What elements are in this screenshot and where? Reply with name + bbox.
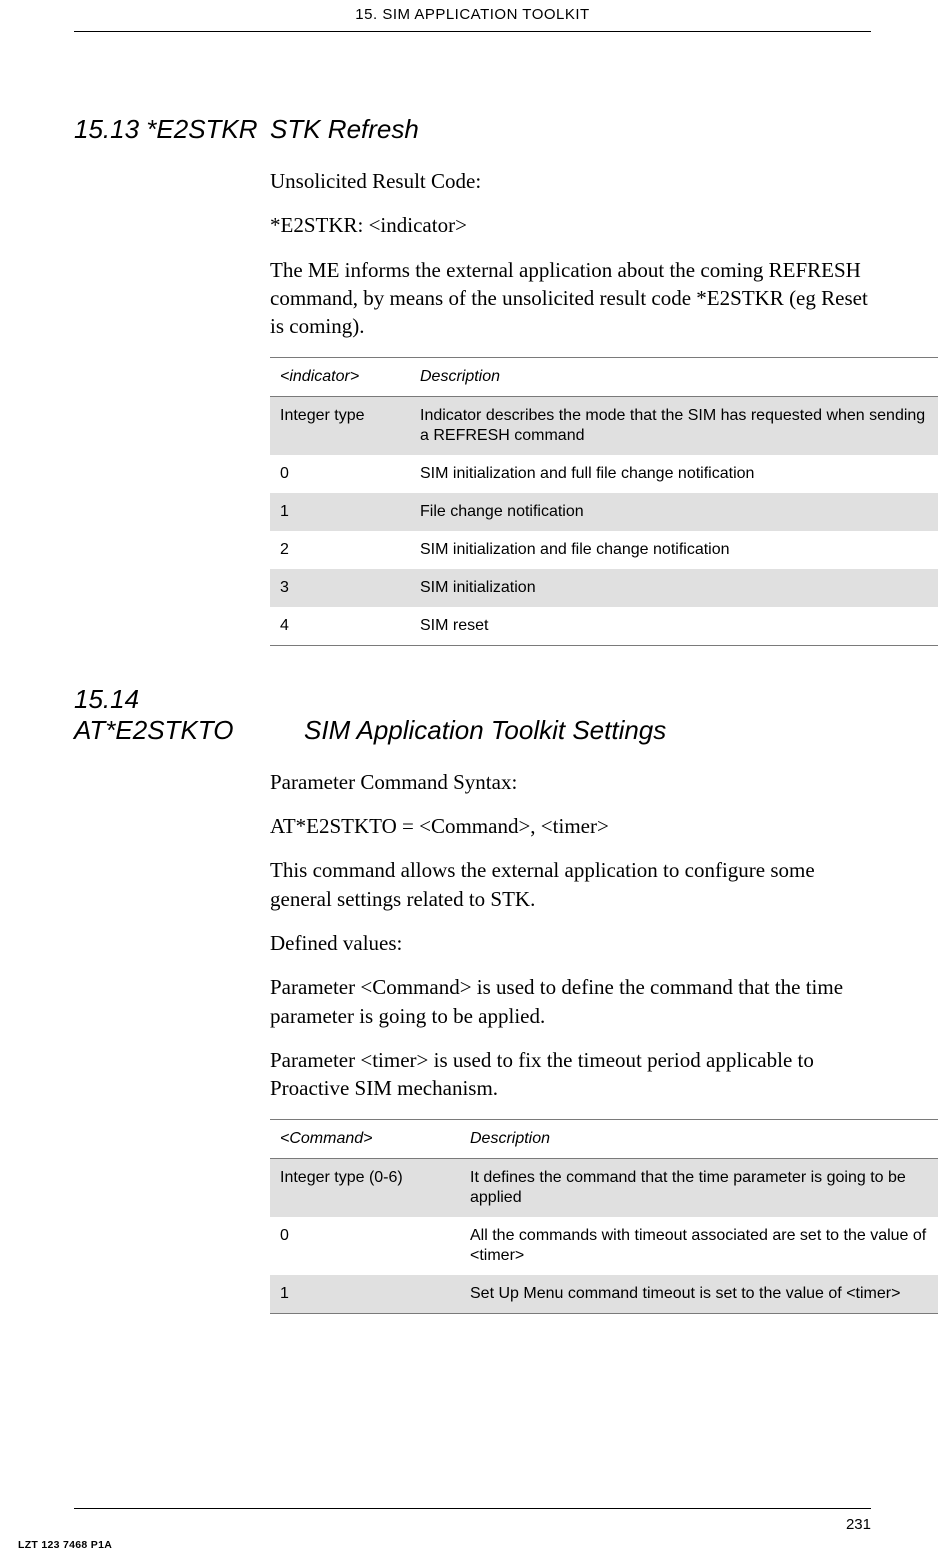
table-row: Integer type (0-6) It defines the comman… [270, 1158, 938, 1217]
table-row: 0 All the commands with timeout associat… [270, 1217, 938, 1275]
footer-divider [74, 1508, 871, 1509]
table-cell: File change notification [410, 493, 938, 531]
table-header: Description [410, 357, 938, 396]
section-number: 15.13 *E2STKR [74, 114, 270, 145]
table-row: 0 SIM initialization and full file chang… [270, 455, 938, 493]
table-row: 1 Set Up Menu command timeout is set to … [270, 1275, 938, 1314]
paragraph: *E2STKR: <indicator> [270, 211, 871, 239]
paragraph: Parameter Command Syntax: [270, 768, 871, 796]
table-row: 2 SIM initialization and file change not… [270, 531, 938, 569]
table-header: <indicator> [270, 357, 410, 396]
paragraph: Parameter <Command> is used to define th… [270, 973, 871, 1030]
table-row: Integer type Indicator describes the mod… [270, 396, 938, 455]
table-cell: Integer type (0-6) [270, 1158, 460, 1217]
table-cell: SIM initialization [410, 569, 938, 607]
table-row: 3 SIM initialization [270, 569, 938, 607]
table-header: Description [460, 1119, 938, 1158]
table-cell: It defines the command that the time par… [460, 1158, 938, 1217]
section-title: STK Refresh [270, 114, 419, 144]
table-cell: SIM initialization and full file change … [410, 455, 938, 493]
table-cell: SIM initialization and file change notif… [410, 531, 938, 569]
page-number: 231 [846, 1516, 871, 1533]
table-cell: Indicator describes the mode that the SI… [410, 396, 938, 455]
document-id: LZT 123 7468 P1A [18, 1539, 112, 1551]
section-heading-1513: 15.13 *E2STKRSTK Refresh [74, 114, 871, 145]
paragraph: Parameter <timer> is used to fix the tim… [270, 1046, 871, 1103]
table-cell: Integer type [270, 396, 410, 455]
table-cell: 1 [270, 1275, 460, 1314]
table-cell: 2 [270, 531, 410, 569]
section-title: SIM Application Toolkit Settings [304, 715, 666, 745]
table-cell: 0 [270, 455, 410, 493]
table-cell: 0 [270, 1217, 460, 1275]
paragraph: Unsolicited Result Code: [270, 167, 871, 195]
table-cell: 1 [270, 493, 410, 531]
table-cell: Set Up Menu command timeout is set to th… [460, 1275, 938, 1314]
section-number: 15.14 AT*E2STKTO [74, 684, 304, 746]
table-header-row: <indicator> Description [270, 357, 938, 396]
table-header-row: <Command> Description [270, 1119, 938, 1158]
table-cell: 3 [270, 569, 410, 607]
paragraph: AT*E2STKTO = <Command>, <timer> [270, 812, 871, 840]
table-cell: 4 [270, 607, 410, 646]
page-header: 15. SIM APPLICATION TOOLKIT [74, 0, 871, 32]
table-cell: SIM reset [410, 607, 938, 646]
command-table: <Command> Description Integer type (0-6)… [270, 1119, 938, 1314]
paragraph: This command allows the external applica… [270, 856, 871, 913]
section-heading-1514: 15.14 AT*E2STKTOSIM Application Toolkit … [74, 684, 871, 746]
paragraph: Defined values: [270, 929, 871, 957]
indicator-table: <indicator> Description Integer type Ind… [270, 357, 938, 646]
table-header: <Command> [270, 1119, 460, 1158]
table-cell: All the commands with timeout associated… [460, 1217, 938, 1275]
table-row: 1 File change notification [270, 493, 938, 531]
table-row: 4 SIM reset [270, 607, 938, 646]
paragraph: The ME informs the external application … [270, 256, 871, 341]
